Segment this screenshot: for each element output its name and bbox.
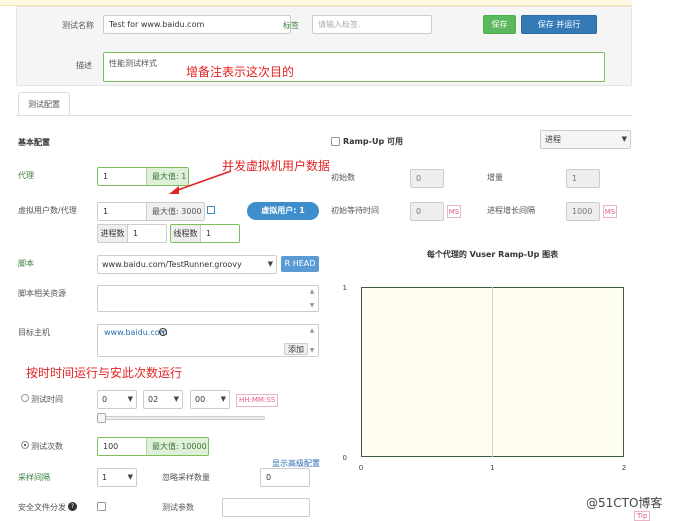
script-select[interactable]: www.baidu.com/TestRunner.groovy ▼ [97, 255, 277, 274]
tag-input[interactable]: 请输入标签. [312, 15, 432, 34]
y-tick-label: 1 [343, 284, 347, 292]
description-text: 性能测试样式 [109, 59, 157, 68]
runcount-value: 100 [103, 442, 119, 451]
test-params-input[interactable] [222, 498, 310, 517]
increment-input[interactable]: 1 [566, 169, 600, 188]
description-label: 描述 [76, 61, 92, 70]
scroll-arrows-icon[interactable]: ▲ ▼ [308, 327, 316, 354]
add-host-button[interactable]: 添加 [284, 343, 308, 355]
agent-label: 代理 [18, 171, 34, 180]
sampling-select[interactable]: 1 ▼ [97, 468, 137, 487]
x-tick-label: 2 [622, 464, 626, 472]
vuser-value: 1 [103, 207, 109, 216]
duration-slider-handle[interactable] [97, 413, 106, 423]
rampup-checkbox[interactable] [331, 137, 340, 146]
chevron-down-icon: ▼ [173, 395, 179, 403]
vuser-label: 虚拟用户数/代理 [18, 206, 77, 215]
chevron-down-icon: ▼ [127, 473, 133, 481]
initial-count-label: 初始数 [331, 173, 355, 182]
chevron-down-icon: ▼ [127, 395, 133, 403]
save-button[interactable]: 保存 [483, 15, 516, 34]
rampup-label: Ramp-Up 可用 [343, 137, 403, 146]
runcount-input[interactable]: 100 最大值: 10000 [97, 437, 209, 456]
safe-dist-label: 安全文件分发 [18, 503, 66, 512]
seconds-value: 00 [195, 395, 206, 404]
annotation-arrow [169, 170, 232, 194]
expand-icon[interactable] [207, 206, 215, 214]
minutes-select[interactable]: 02 ▼ [143, 390, 183, 409]
safe-dist-checkbox[interactable] [97, 502, 106, 511]
resource-list[interactable]: ▲ ▼ [97, 285, 319, 312]
ignore-sample-label: 忽略采样数量 [162, 473, 210, 482]
vuser-annotation: 并发虚拟机用户数据 [222, 159, 331, 173]
tag-label: 标签 [283, 21, 299, 30]
watermark: @51CTO博客 [586, 496, 663, 510]
init-wait-input[interactable]: 0 [410, 202, 444, 221]
interval-label: 进程增长间隔 [487, 206, 535, 215]
rampup-mode-value: 进程 [545, 135, 561, 144]
chevron-down-icon: ▼ [267, 260, 273, 268]
vuser-input[interactable]: 1 最大值: 3000 [97, 202, 205, 221]
interval-input[interactable]: 1000 [566, 202, 600, 221]
ignore-sample-input[interactable]: 0 [260, 468, 310, 487]
runcount-radio[interactable] [21, 441, 29, 449]
duration-slider-track[interactable] [99, 416, 265, 420]
process-value: 1 [133, 229, 139, 238]
target-host-list[interactable]: www.baidu.com × 添加 ▲ ▼ [97, 324, 319, 357]
thread-count-group[interactable]: 线程数 1 [170, 224, 240, 243]
x-tick-label: 1 [490, 464, 494, 472]
thread-value: 1 [206, 229, 212, 238]
y-tick-label: 0 [343, 454, 347, 462]
vuser-max: 最大值: 3000 [146, 203, 204, 220]
sampling-value: 1 [102, 473, 108, 482]
runcount-label: 测试次数 [31, 442, 63, 451]
test-params-label: 测试参数 [162, 503, 194, 512]
hours-value: 0 [102, 395, 108, 404]
test-name-input[interactable]: Test for www.baidu.com [103, 15, 291, 34]
run-mode-annotation: 按时时间运行与安此次数运行 [26, 366, 183, 380]
x-tick-label: 0 [359, 464, 363, 472]
chevron-down-icon: ▼ [220, 395, 226, 403]
tab-divider [16, 115, 632, 116]
script-value: www.baidu.com/TestRunner.groovy [102, 260, 242, 269]
target-host-label: 目标主机 [18, 328, 50, 337]
help-icon[interactable]: ? [68, 502, 77, 511]
description-textarea[interactable] [103, 52, 605, 82]
remove-host-icon[interactable]: × [159, 328, 167, 336]
process-count-group[interactable]: 进程数 1 [97, 224, 167, 243]
test-name-label: 测试名称 [62, 21, 94, 30]
r-head-button[interactable]: R HEAD [281, 256, 319, 272]
seconds-select[interactable]: 00 ▼ [190, 390, 230, 409]
agent-value: 1 [103, 172, 109, 181]
chevron-down-icon: ▼ [621, 135, 627, 143]
duration-radio[interactable] [21, 394, 29, 402]
thread-label: 线程数 [171, 225, 201, 242]
basic-config-title: 基本配置 [18, 138, 50, 147]
duration-label: 测试时间 [31, 395, 63, 404]
init-wait-label: 初始等待时间 [331, 206, 379, 215]
save-and-run-button[interactable]: 保存 并运行 [521, 15, 597, 34]
initial-count-input[interactable]: 0 [410, 169, 444, 188]
hours-select[interactable]: 0 ▼ [97, 390, 137, 409]
minutes-value: 02 [148, 395, 159, 404]
resource-label: 脚本相关资源 [18, 289, 66, 298]
interval-unit: MS [603, 205, 617, 218]
rampup-chart: 0 1 2 0 1 [343, 284, 627, 472]
tab-test-config[interactable]: 测试配置 [18, 92, 70, 116]
scroll-arrows-icon[interactable]: ▲ ▼ [308, 288, 316, 309]
time-format-badge: HH:MM:SS [236, 394, 279, 407]
script-label: 脚本 [18, 259, 34, 268]
target-host-value: www.baidu.com [104, 328, 168, 337]
rampup-mode-select[interactable]: 进程 ▼ [540, 130, 631, 149]
runcount-max: 最大值: 10000 [146, 438, 208, 455]
description-annotation: 增备注表示这次目的 [186, 65, 295, 79]
process-label: 进程数 [98, 225, 128, 242]
sampling-label: 采样间隔 [18, 473, 50, 482]
init-wait-unit: MS [447, 205, 461, 218]
increment-label: 增量 [487, 173, 503, 182]
vuser-total-badge: 虚拟用户: 1 [247, 202, 319, 220]
chart-title: 每个代理的 Vuser Ramp-Up 图表 [426, 250, 559, 259]
tip-badge: Tip [634, 511, 651, 521]
